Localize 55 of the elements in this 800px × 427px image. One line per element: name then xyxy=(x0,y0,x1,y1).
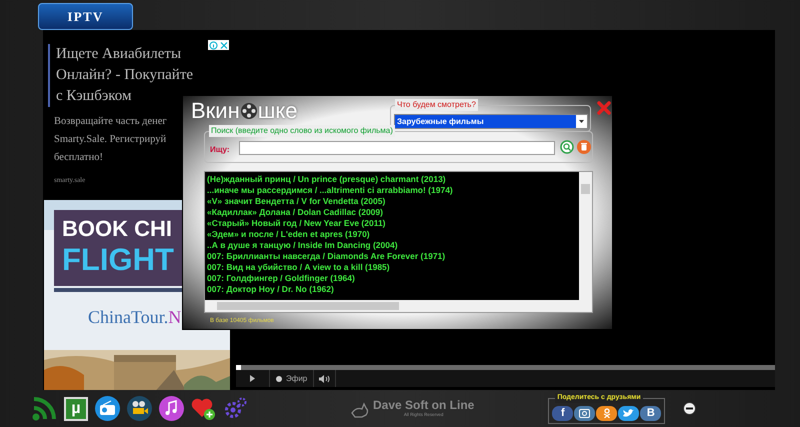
close-icon[interactable] xyxy=(597,101,611,115)
ad-text-line: Smarty.Sale. Регистрируй xyxy=(54,133,166,147)
bird-icon xyxy=(623,408,634,418)
film-projector-icon[interactable] xyxy=(127,396,152,421)
torrent-button[interactable]: µ xyxy=(64,396,88,420)
progress-track[interactable] xyxy=(236,365,775,370)
instagram-button[interactable] xyxy=(574,406,596,420)
film-list-item[interactable]: «Старый» Новый год / New Year Eve (2011) xyxy=(207,218,386,229)
camera-icon xyxy=(579,408,590,418)
search-field[interactable] xyxy=(239,141,555,155)
ad-text-line: Возвращайте часть денег xyxy=(54,115,167,129)
film-list-item[interactable]: 007: Доктор Ноу / Dr. No (1962) xyxy=(207,284,334,295)
app-logo-text: Вкин xyxy=(191,99,240,123)
search-label: Ищу: xyxy=(210,144,230,156)
banner-text: BOOK CHI xyxy=(62,216,172,242)
app-logo-text: шке xyxy=(258,99,298,123)
radio-icon[interactable] xyxy=(95,396,120,421)
film-list-item[interactable]: 007: Голдфингер / Goldfinger (1964) xyxy=(207,273,355,284)
speaker-icon xyxy=(319,374,330,382)
film-list-item[interactable]: «Кадиллак» Долана / Dolan Cadillac (2009) xyxy=(207,207,383,218)
ad-info-icon[interactable] xyxy=(208,40,229,50)
signal-icon[interactable] xyxy=(32,396,57,421)
horizontal-scrollbar[interactable] xyxy=(205,300,592,312)
heart-plus-icon[interactable] xyxy=(191,396,216,421)
facebook-button[interactable]: f xyxy=(552,406,574,420)
film-list-item[interactable]: 007: Вид на убийство / A view to a kill (1985) xyxy=(207,262,390,273)
dropdown-arrow-icon xyxy=(579,120,584,123)
film-reel-icon xyxy=(240,102,258,120)
twitter-button[interactable] xyxy=(618,406,640,420)
film-list-item[interactable]: ...иначе мы рассердимся / ...altrimenti ci arrabbiamo! (1974) xyxy=(207,185,453,196)
iptv-logo: IPTV xyxy=(38,3,133,30)
record-icon xyxy=(276,376,282,382)
zoom-out-icon[interactable] xyxy=(683,402,696,415)
trash-icon[interactable] xyxy=(577,140,591,154)
banner-site: ChinaTour.N xyxy=(88,306,182,328)
vk-button[interactable]: B xyxy=(640,406,662,420)
music-icon[interactable] xyxy=(159,396,184,421)
live-button[interactable]: Эфир xyxy=(270,370,314,387)
gears-icon[interactable] xyxy=(223,396,248,421)
person-icon xyxy=(602,408,611,418)
play-icon xyxy=(250,375,255,382)
ad-text-line: бесплатно! xyxy=(54,151,103,165)
category-dropdown[interactable]: Зарубежные фильмы xyxy=(394,114,588,129)
film-list-item[interactable]: «V» значит Вендетта / V for Vendetta (2005) xyxy=(207,196,386,207)
banner-text: FLIGHT xyxy=(62,242,174,278)
brand-name: Dave Soft on Line xyxy=(373,398,474,412)
film-list-item[interactable]: «Эдем» и после / L'eden et apres (1970) xyxy=(207,229,370,240)
film-list-item[interactable]: 007: Бриллианты навсегда / Diamonds Are Forever (1971) xyxy=(207,251,446,262)
group-legend: Что будем смотреть? xyxy=(395,99,478,111)
film-list-item[interactable]: (Не)жданный принц / Un prince (presque) charmant (2013) xyxy=(207,174,446,185)
film-list-item[interactable]: ..А в душе я танцую / Inside Im Dancing (2004) xyxy=(207,240,398,251)
search-icon[interactable] xyxy=(560,140,574,154)
odnoklassniki-button[interactable] xyxy=(596,406,618,420)
vertical-scrollbar[interactable] xyxy=(579,172,592,300)
group-legend: Поиск (введите одно слово из искомого фильма) xyxy=(209,125,395,137)
